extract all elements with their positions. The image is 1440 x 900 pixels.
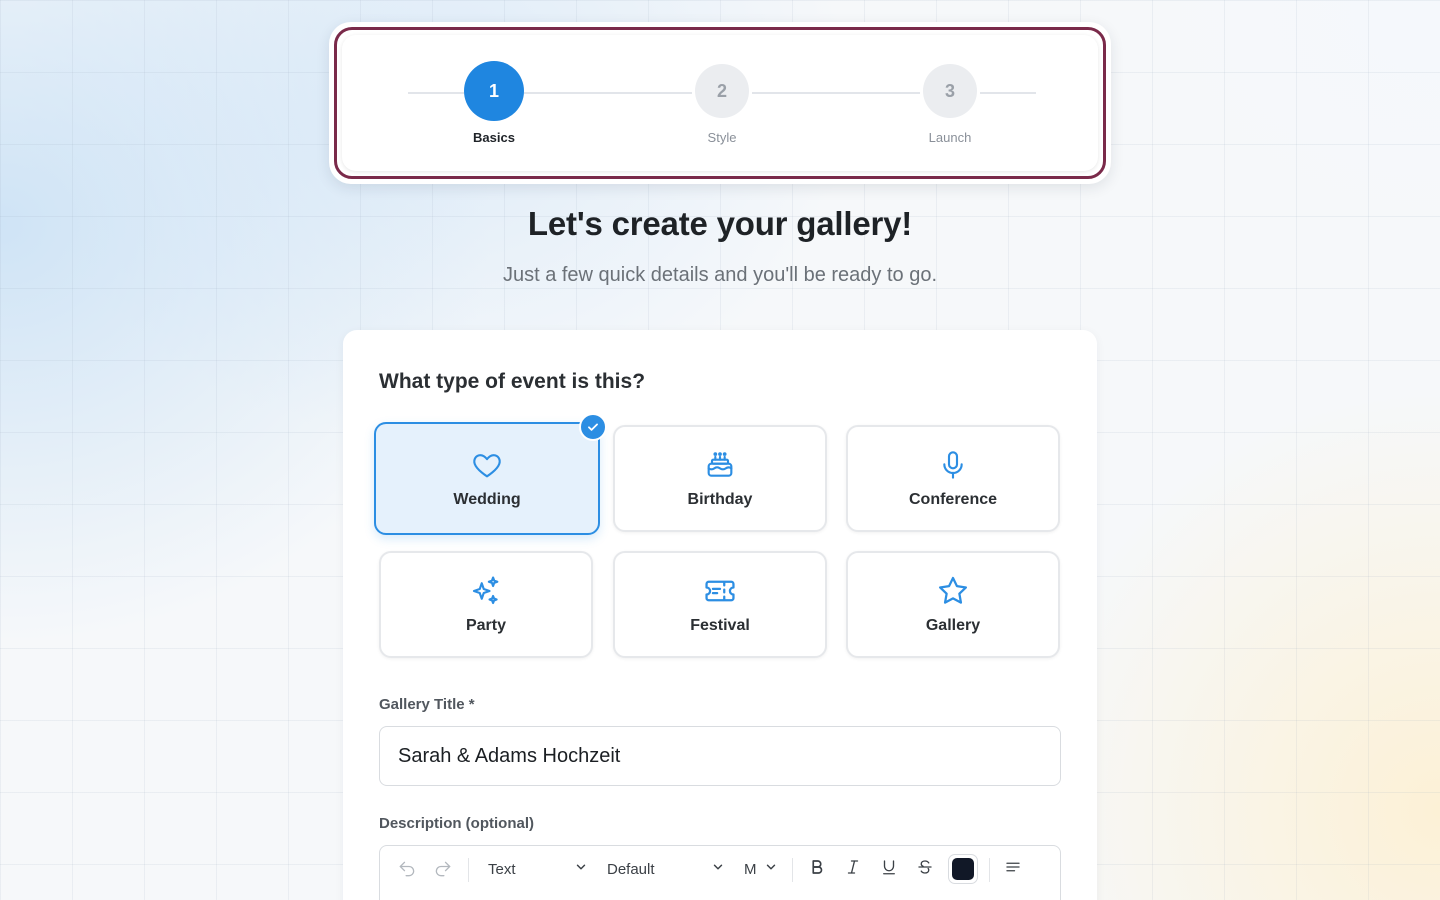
chevron-down-icon: [711, 860, 725, 878]
event-form-card: What type of event is this? Wedding Birt…: [343, 330, 1097, 900]
bold-button[interactable]: [804, 856, 830, 882]
event-option-wedding[interactable]: Wedding: [374, 413, 607, 535]
step-number: 1: [464, 61, 524, 121]
description-label: Description (optional): [379, 815, 534, 832]
stepper: 1 Basics 2 Style 3 Launch: [342, 35, 1098, 171]
microphone-icon: [936, 448, 970, 482]
font-size-select[interactable]: M: [742, 856, 780, 882]
sparkles-icon: [469, 574, 503, 608]
italic-icon: [844, 858, 862, 880]
gallery-title-input[interactable]: [379, 726, 1061, 786]
step-basics[interactable]: 1 Basics: [434, 61, 554, 145]
toolbar-divider: [468, 858, 469, 882]
block-type-value: Text: [488, 860, 516, 878]
stepper-container: 1 Basics 2 Style 3 Launch: [329, 22, 1111, 184]
description-editor[interactable]: Text Default M: [379, 845, 1061, 900]
strikethrough-button[interactable]: [912, 856, 938, 882]
underline-icon: [880, 858, 898, 880]
bold-icon: [808, 858, 826, 880]
event-option-label: Wedding: [453, 491, 521, 508]
underline-button[interactable]: [876, 856, 902, 882]
event-option-label: Party: [465, 617, 507, 634]
event-option-birthday[interactable]: Birthday: [613, 425, 827, 532]
ticket-icon: [703, 574, 737, 608]
italic-button[interactable]: [840, 856, 866, 882]
color-swatch-fill: [952, 858, 974, 880]
event-option-label: Conference: [908, 491, 998, 508]
align-button[interactable]: [1000, 856, 1026, 882]
event-option-gallery[interactable]: Gallery: [846, 551, 1060, 658]
stepper-focus-ring: 1 Basics 2 Style 3 Launch: [334, 27, 1106, 179]
step-label: Style: [707, 130, 737, 145]
strikethrough-icon: [916, 858, 934, 880]
step-number: 2: [695, 64, 749, 118]
toolbar-divider: [989, 858, 990, 882]
font-size-value: M: [744, 860, 757, 878]
chevron-down-icon: [764, 860, 778, 878]
step-label: Basics: [473, 130, 515, 145]
event-option-label: Birthday: [687, 491, 753, 508]
step-style[interactable]: 2 Style: [662, 61, 782, 145]
redo-button[interactable]: [430, 856, 456, 882]
step-number: 3: [923, 64, 977, 118]
text-color-button[interactable]: [947, 853, 979, 885]
undo-button[interactable]: [394, 856, 420, 882]
heart-icon: [470, 448, 504, 482]
checkmark-icon: [579, 413, 607, 441]
event-option-label: Gallery: [925, 617, 981, 634]
event-option-conference[interactable]: Conference: [846, 425, 1060, 532]
block-type-select[interactable]: Text: [486, 856, 590, 882]
step-label: Launch: [928, 130, 972, 145]
align-left-icon: [1004, 858, 1022, 880]
star-icon: [936, 574, 970, 608]
cake-icon: [703, 448, 737, 482]
color-swatch: [948, 854, 978, 884]
editor-toolbar: Text Default M: [380, 846, 1060, 892]
font-family-value: Default: [607, 860, 655, 878]
chevron-down-icon: [574, 860, 588, 878]
font-family-select[interactable]: Default: [605, 856, 727, 882]
event-type-question: What type of event is this?: [379, 370, 646, 393]
page-title: Let's create your gallery!: [527, 205, 913, 242]
event-option-party[interactable]: Party: [379, 551, 593, 658]
toolbar-divider: [792, 858, 793, 882]
gallery-title-label: Gallery Title *: [379, 696, 475, 713]
step-launch[interactable]: 3 Launch: [890, 61, 1010, 145]
event-option-label: Festival: [690, 617, 750, 634]
event-option-festival[interactable]: Festival: [613, 551, 827, 658]
page-subtitle: Just a few quick details and you'll be r…: [502, 264, 938, 286]
